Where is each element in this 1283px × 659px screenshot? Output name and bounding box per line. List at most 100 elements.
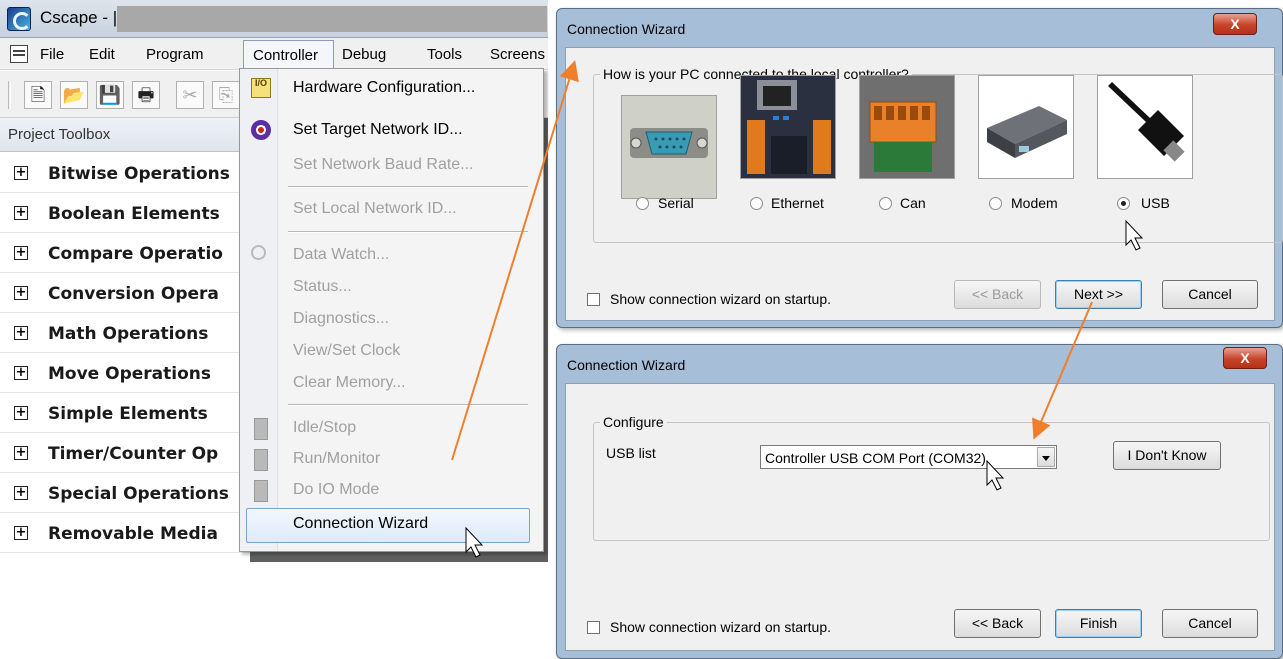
can-label: Can <box>900 195 926 211</box>
back-button[interactable]: << Back <box>954 609 1041 638</box>
configure-group: Configure USB list Controller USB COM Po… <box>593 414 1270 541</box>
show-wizard-checkbox[interactable] <box>587 293 600 306</box>
cscape-app-icon <box>7 7 31 31</box>
menu-screens[interactable]: Screens <box>490 46 545 63</box>
expand-icon[interactable]: + <box>14 366 28 380</box>
usb-list-label: USB list <box>606 445 656 461</box>
menu-item-status[interactable]: Status... <box>293 278 352 296</box>
run-icon <box>254 449 268 471</box>
show-wizard-label: Show connection wizard on startup. <box>610 619 832 635</box>
toolbox-item-label: Compare Operatio <box>48 244 223 264</box>
expand-icon[interactable]: + <box>14 406 28 420</box>
menu-item-diagnostics[interactable]: Diagnostics... <box>293 310 389 328</box>
serial-radio[interactable] <box>636 197 649 210</box>
expand-icon[interactable]: + <box>14 446 28 460</box>
show-wizard-checkbox[interactable] <box>587 621 600 634</box>
system-menu-icon[interactable] <box>10 45 28 63</box>
finish-button[interactable]: Finish <box>1055 609 1142 638</box>
toolbox-item[interactable]: + Removable Media <box>0 513 250 553</box>
menu-debug[interactable]: Debug <box>342 46 386 63</box>
copy-icon[interactable]: ⎘ <box>212 81 240 109</box>
ethernet-label: Ethernet <box>771 195 824 211</box>
menu-item-hardware-configuration[interactable]: Hardware Configuration... <box>293 79 475 97</box>
can-radio[interactable] <box>879 197 892 210</box>
close-button[interactable]: X <box>1223 347 1267 369</box>
modem-radio[interactable] <box>989 197 1002 210</box>
cut-icon[interactable]: ✂ <box>176 81 204 109</box>
menu-controller[interactable]: Controller <box>243 40 334 71</box>
toolbox-item[interactable]: + Boolean Elements <box>0 193 250 233</box>
ethernet-module-image[interactable] <box>740 75 836 179</box>
i-dont-know-button[interactable]: I Don't Know <box>1113 441 1221 470</box>
new-file-icon[interactable]: 🗎 <box>24 81 52 109</box>
cancel-button[interactable]: Cancel <box>1162 280 1258 309</box>
serial-connector-image[interactable] <box>621 95 717 199</box>
title-bar: Cscape - | <box>0 0 548 38</box>
usb-radio[interactable] <box>1117 197 1130 210</box>
ethernet-radio[interactable] <box>750 197 763 210</box>
modem-image[interactable] <box>978 75 1074 179</box>
save-icon[interactable]: 💾 <box>96 81 124 109</box>
menu-item-data-watch[interactable]: Data Watch... <box>293 246 389 264</box>
serial-label: Serial <box>658 195 694 211</box>
toolbox-item-label: Timer/Counter Op <box>48 444 219 464</box>
dialog-client: Configure USB list Controller USB COM Po… <box>565 383 1275 651</box>
idle-icon <box>254 418 268 440</box>
menu-program[interactable]: Program <box>146 46 204 63</box>
usb-list-value: Controller USB COM Port (COM32) <box>765 450 986 466</box>
can-connector-image[interactable] <box>859 75 955 179</box>
modem-label: Modem <box>1011 195 1058 211</box>
toolbox-item[interactable]: + Compare Operatio <box>0 233 250 273</box>
expand-icon[interactable]: + <box>14 526 28 540</box>
expand-icon[interactable]: + <box>14 206 28 220</box>
toolbox-item[interactable]: + Conversion Opera <box>0 273 250 313</box>
toolbox-item[interactable]: + Simple Elements <box>0 393 250 433</box>
toolbox-item[interactable]: + Timer/Counter Op <box>0 433 250 473</box>
title-redacted-area <box>117 6 547 32</box>
menu-separator <box>288 231 528 233</box>
menu-item-run-monitor[interactable]: Run/Monitor <box>293 450 380 468</box>
menu-edit[interactable]: Edit <box>89 46 115 63</box>
menu-item-idle-stop[interactable]: Idle/Stop <box>293 419 356 437</box>
io-mode-icon <box>254 480 268 502</box>
dialog-title: Connection Wizard <box>567 21 686 37</box>
connection-type-group: How is your PC connected to the local co… <box>593 66 1283 243</box>
connection-wizard-dialog-1: Connection Wizard X How is your PC conne… <box>556 8 1283 328</box>
cancel-button[interactable]: Cancel <box>1162 609 1258 638</box>
menu-item-set-target-network-id[interactable]: Set Target Network ID... <box>293 121 463 139</box>
io-config-icon: I/O <box>251 78 271 98</box>
toolbox-item[interactable]: + Math Operations <box>0 313 250 353</box>
print-icon[interactable]: 🖶 <box>132 81 160 109</box>
usb-label: USB <box>1141 195 1170 211</box>
controller-dropdown-menu: I/O Hardware Configuration... Set Target… <box>239 68 544 552</box>
usb-list-combobox[interactable]: Controller USB COM Port (COM32) <box>760 445 1057 469</box>
expand-icon[interactable]: + <box>14 286 28 300</box>
menu-file[interactable]: File <box>40 46 64 63</box>
open-folder-icon[interactable]: 📂 <box>60 81 88 109</box>
expand-icon[interactable]: + <box>14 326 28 340</box>
close-button[interactable]: X <box>1213 13 1257 35</box>
toolbox-item[interactable]: + Move Operations <box>0 353 250 393</box>
menu-item-set-network-baud-rate[interactable]: Set Network Baud Rate... <box>293 156 474 174</box>
back-button[interactable]: << Back <box>954 280 1041 309</box>
expand-icon[interactable]: + <box>14 486 28 500</box>
menu-item-view-set-clock[interactable]: View/Set Clock <box>293 342 400 360</box>
magnifier-icon <box>251 245 266 260</box>
expand-icon[interactable]: + <box>14 166 28 180</box>
menu-item-connection-wizard[interactable]: Connection Wizard <box>293 515 428 533</box>
expand-icon[interactable]: + <box>14 246 28 260</box>
next-button[interactable]: Next >> <box>1055 280 1142 309</box>
menu-item-do-io-mode[interactable]: Do IO Mode <box>293 481 379 499</box>
toolbox-item[interactable]: + Special Operations <box>0 473 250 513</box>
toolbox-item[interactable]: + Bitwise Operations <box>0 153 250 193</box>
menu-item-clear-memory[interactable]: Clear Memory... <box>293 374 406 392</box>
toolbox-item-label: Move Operations <box>48 364 211 384</box>
project-toolbox-header: Project Toolbox <box>0 118 250 152</box>
toolbox-item-label: Bitwise Operations <box>48 164 230 184</box>
usb-cable-image[interactable] <box>1097 75 1193 179</box>
menu-item-set-local-network-id[interactable]: Set Local Network ID... <box>293 200 457 218</box>
chevron-down-icon[interactable] <box>1037 447 1055 467</box>
dialog-title: Connection Wizard <box>567 357 686 373</box>
project-toolbox-title: Project Toolbox <box>8 126 111 143</box>
menu-tools[interactable]: Tools <box>427 46 462 63</box>
